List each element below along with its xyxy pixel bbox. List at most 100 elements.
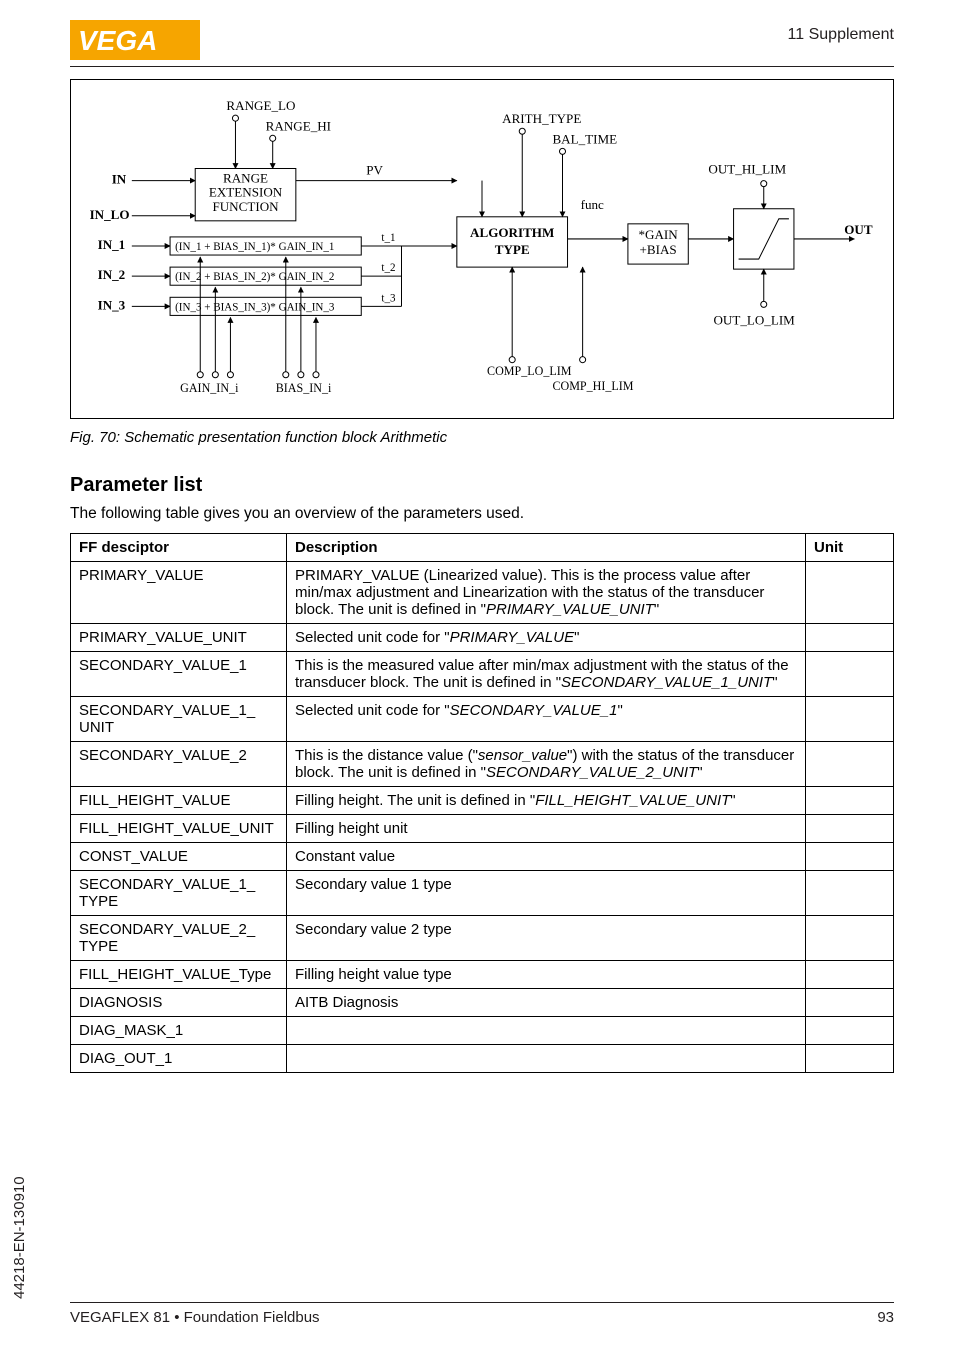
cell-unit [806,843,894,871]
cell-unit [806,1017,894,1045]
cell-unit [806,961,894,989]
section-heading: Parameter list [70,474,894,497]
cell-desc: Constant value [287,843,806,871]
svg-text:FUNCTION: FUNCTION [212,199,279,214]
table-row: PRIMARY_VALUEPRIMARY_VALUE (Linearized v… [71,562,894,624]
cell-ff: PRIMARY_VALUE_UNIT [71,624,287,652]
parameter-table: FF desciptor Description Unit PRIMARY_VA… [70,533,894,1073]
svg-text:OUT_LO_LIM: OUT_LO_LIM [713,312,795,327]
svg-text:VEGA: VEGA [78,25,157,56]
table-row: SECONDARY_VALUE_1_TYPESecondary value 1 … [71,871,894,916]
col-unit-header: Unit [806,534,894,562]
vega-logo: VEGA [70,20,200,60]
svg-text:OUT_HI_LIM: OUT_HI_LIM [708,162,786,177]
cell-ff: DIAG_MASK_1 [71,1017,287,1045]
cell-ff: SECONDARY_VALUE_2 [71,742,287,787]
cell-ff: FILL_HEIGHT_VALUE_UNIT [71,815,287,843]
table-row: DIAGNOSISAITB Diagnosis [71,989,894,1017]
svg-text:(IN_1 + BIAS_IN_1)* GAIN_IN_1: (IN_1 + BIAS_IN_1)* GAIN_IN_1 [175,241,334,253]
svg-text:(IN_2 + BIAS_IN_2)* GAIN_IN_2: (IN_2 + BIAS_IN_2)* GAIN_IN_2 [175,271,334,283]
cell-desc: Selected unit code for "PRIMARY_VALUE" [287,624,806,652]
cell-ff: DIAG_OUT_1 [71,1045,287,1073]
svg-text:GAIN_IN_i: GAIN_IN_i [180,381,239,395]
svg-text:t_2: t_2 [381,262,395,274]
table-row: SECONDARY_VALUE_2This is the distance va… [71,742,894,787]
svg-text:COMP_LO_LIM: COMP_LO_LIM [487,364,572,378]
cell-desc [287,1045,806,1073]
svg-text:TYPE: TYPE [495,242,530,257]
svg-text:(IN_3 + BIAS_IN_3)* GAIN_IN_3: (IN_3 + BIAS_IN_3)* GAIN_IN_3 [175,301,335,313]
svg-text:*GAIN: *GAIN [638,227,678,242]
figure-caption: Fig. 70: Schematic presentation function… [70,429,894,446]
cell-desc: This is the measured value after min/max… [287,652,806,697]
cell-unit [806,787,894,815]
cell-ff: FILL_HEIGHT_VALUE [71,787,287,815]
cell-desc: Filling height. The unit is defined in "… [287,787,806,815]
section-intro: The following table gives you an overvie… [70,505,894,523]
cell-desc: PRIMARY_VALUE (Linearized value). This i… [287,562,806,624]
svg-text:RANGE_LO: RANGE_LO [226,98,295,113]
cell-desc: Selected unit code for "SECONDARY_VALUE_… [287,697,806,742]
cell-ff: CONST_VALUE [71,843,287,871]
table-row: SECONDARY_VALUE_2_TYPESecondary value 2 … [71,916,894,961]
table-row: FILL_HEIGHT_VALUE_TypeFilling height val… [71,961,894,989]
cell-desc: Filling height unit [287,815,806,843]
footer-left: VEGAFLEX 81 • Foundation Fieldbus [70,1309,320,1326]
cell-unit [806,815,894,843]
cell-desc: AITB Diagnosis [287,989,806,1017]
header-rule [70,66,894,67]
cell-unit [806,624,894,652]
doc-id-vertical: 44218-EN-130910 [11,1176,28,1299]
svg-text:BIAS_IN_i: BIAS_IN_i [276,381,332,395]
svg-text:EXTENSION: EXTENSION [209,185,283,200]
cell-unit [806,742,894,787]
col-desc-header: Description [287,534,806,562]
table-row: FILL_HEIGHT_VALUEFilling height. The uni… [71,787,894,815]
header-chapter: 11 Supplement [788,20,894,44]
svg-text:PV: PV [366,163,383,178]
cell-unit [806,697,894,742]
cell-unit [806,871,894,916]
svg-text:IN_LO: IN_LO [90,207,130,222]
svg-text:t_1: t_1 [381,232,395,244]
cell-desc [287,1017,806,1045]
table-row: SECONDARY_VALUE_1This is the measured va… [71,652,894,697]
cell-ff: SECONDARY_VALUE_2_TYPE [71,916,287,961]
cell-desc: This is the distance value ("sensor_valu… [287,742,806,787]
table-row: CONST_VALUEConstant value [71,843,894,871]
cell-ff: PRIMARY_VALUE [71,562,287,624]
cell-unit [806,989,894,1017]
cell-unit [806,562,894,624]
arithmetic-block-diagram: IN IN_LO IN_1 IN_2 IN_3 RANGE EXTENSION … [79,88,885,410]
svg-text:BAL_TIME: BAL_TIME [552,131,617,146]
cell-ff: FILL_HEIGHT_VALUE_Type [71,961,287,989]
page-header: VEGA 11 Supplement [70,20,894,60]
cell-ff: SECONDARY_VALUE_1_UNIT [71,697,287,742]
table-row: FILL_HEIGHT_VALUE_UNITFilling height uni… [71,815,894,843]
svg-text:IN_3: IN_3 [98,297,126,312]
cell-desc: Secondary value 2 type [287,916,806,961]
page-footer: VEGAFLEX 81 • Foundation Fieldbus 93 [70,1302,894,1326]
svg-text:OUT: OUT [844,222,873,237]
table-row: PRIMARY_VALUE_UNITSelected unit code for… [71,624,894,652]
cell-ff: DIAGNOSIS [71,989,287,1017]
table-row: DIAG_MASK_1 [71,1017,894,1045]
svg-text:+BIAS: +BIAS [640,242,677,257]
svg-text:func: func [581,197,604,212]
col-ff-header: FF desciptor [71,534,287,562]
cell-ff: SECONDARY_VALUE_1 [71,652,287,697]
cell-unit [806,916,894,961]
cell-ff: SECONDARY_VALUE_1_TYPE [71,871,287,916]
table-row: SECONDARY_VALUE_1_UNITSelected unit code… [71,697,894,742]
svg-text:IN_2: IN_2 [98,267,126,282]
svg-text:RANGE_HI: RANGE_HI [266,118,331,133]
diagram-container: IN IN_LO IN_1 IN_2 IN_3 RANGE EXTENSION … [70,79,894,419]
cell-desc: Filling height value type [287,961,806,989]
cell-unit [806,1045,894,1073]
svg-text:RANGE: RANGE [223,171,268,186]
svg-text:ALGORITHM: ALGORITHM [470,225,554,240]
svg-text:COMP_HI_LIM: COMP_HI_LIM [552,379,633,393]
cell-unit [806,652,894,697]
svg-text:t_3: t_3 [381,292,396,304]
svg-text:ARITH_TYPE: ARITH_TYPE [502,111,581,126]
